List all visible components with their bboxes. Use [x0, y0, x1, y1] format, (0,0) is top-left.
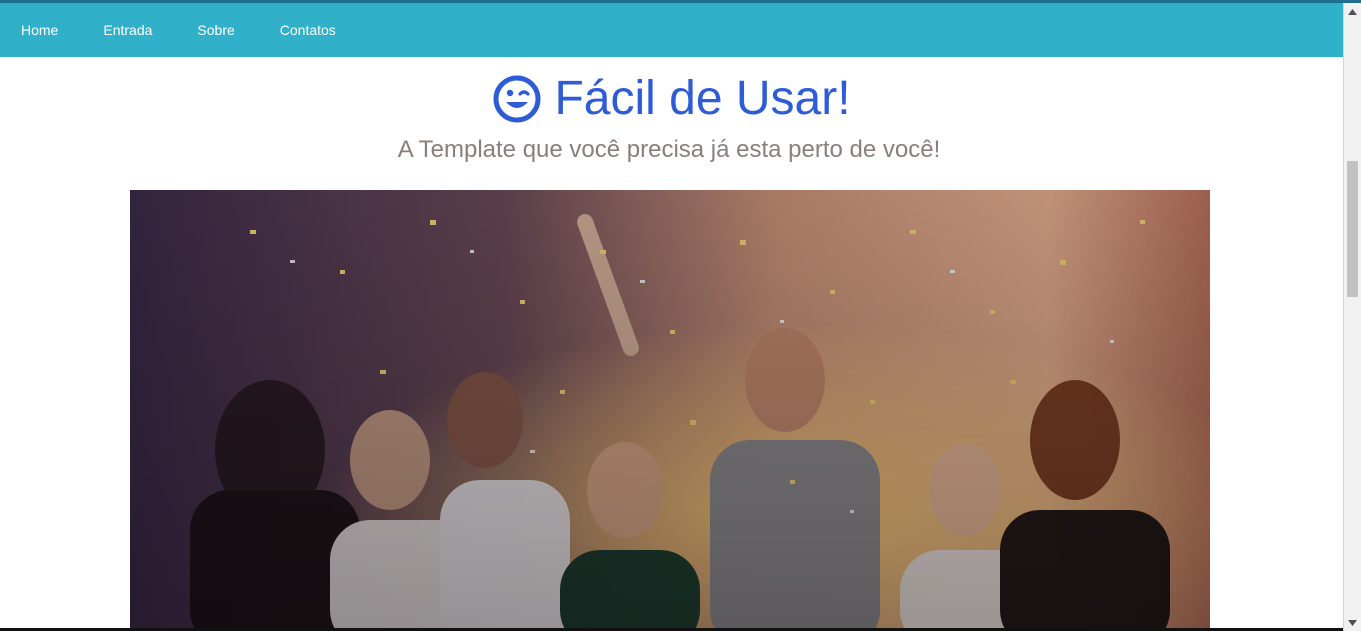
hero-title: Fácil de Usar! [0, 69, 1343, 129]
nav-home-link[interactable]: Home [0, 3, 78, 57]
main-content: Fácil de Usar! A Template que você preci… [0, 57, 1343, 631]
scrollbar-thumb[interactable] [1347, 161, 1358, 297]
scroll-up-arrow-icon[interactable] [1344, 3, 1361, 20]
vertical-scrollbar[interactable] [1343, 3, 1361, 631]
navbar: Home Entrada Sobre Contatos [0, 3, 1343, 57]
nav-entrada-link[interactable]: Entrada [83, 3, 172, 57]
party-confetti-photo [130, 190, 1210, 631]
hero-title-text: Fácil de Usar! [554, 72, 851, 125]
scroll-down-arrow-icon[interactable] [1344, 614, 1361, 631]
nav-sobre-link[interactable]: Sobre [177, 3, 254, 57]
smiley-wink-icon [493, 75, 541, 123]
nav-contatos-link[interactable]: Contatos [260, 3, 356, 57]
hero-subtitle: A Template que você precisa já esta pert… [397, 136, 941, 163]
party-photo-illustration [130, 190, 1210, 631]
